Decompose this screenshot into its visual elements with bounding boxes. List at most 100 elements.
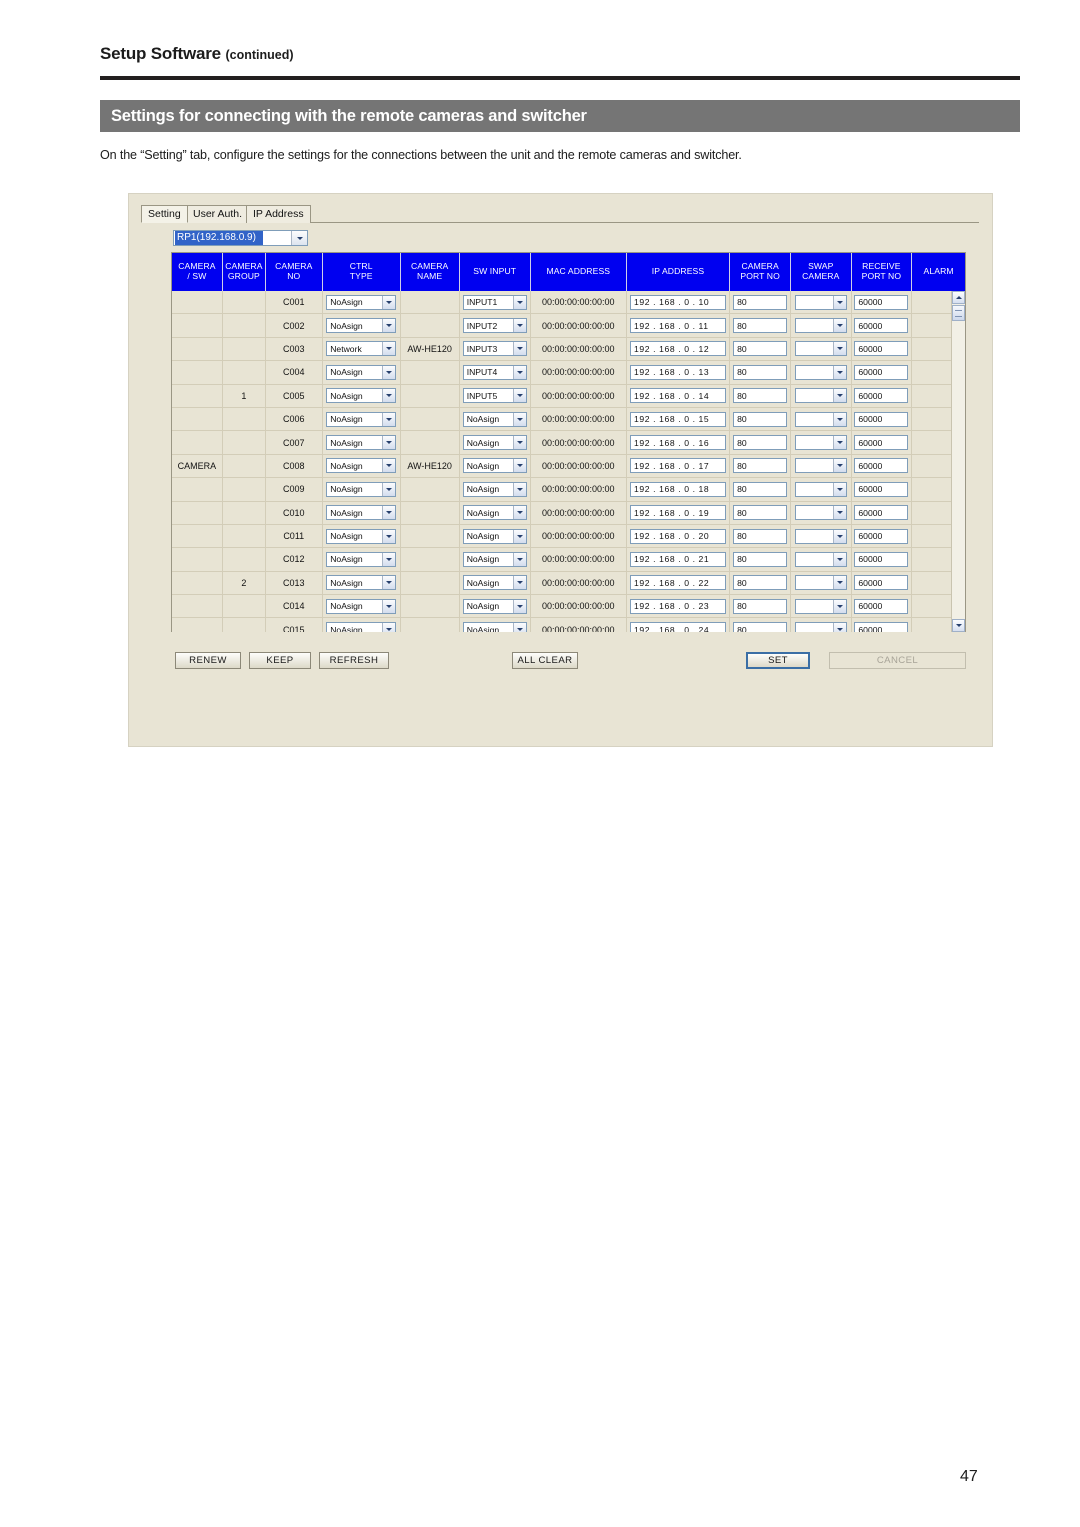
camera-port-field[interactable]: 80 xyxy=(733,411,788,427)
swap-camera-select[interactable] xyxy=(794,598,847,614)
keep-button[interactable]: KEEP xyxy=(249,652,311,669)
sw-input-select[interactable]: NoAsign xyxy=(462,435,527,451)
ctrl-type-select[interactable]: NoAsign xyxy=(326,411,397,427)
chevron-down-icon[interactable] xyxy=(512,342,526,356)
ip-address-field[interactable]: 192 . 168 . 0 . 24 xyxy=(630,622,726,632)
refresh-button[interactable]: REFRESH xyxy=(319,652,389,669)
all-clear-button[interactable]: ALL CLEAR xyxy=(512,652,578,669)
ctrl-type-select[interactable]: NoAsign xyxy=(326,318,397,334)
chevron-down-icon[interactable] xyxy=(382,342,396,356)
receive-port-field[interactable]: 60000 xyxy=(854,388,909,404)
sw-input-select[interactable]: NoAsign xyxy=(462,551,527,567)
chevron-down-icon[interactable] xyxy=(512,506,526,520)
ip-address-field[interactable]: 192 . 168 . 0 . 12 xyxy=(630,341,726,357)
receive-port-field[interactable]: 60000 xyxy=(854,364,909,380)
ip-address-field[interactable]: 192 . 168 . 0 . 13 xyxy=(630,364,726,380)
sw-input-select[interactable]: NoAsign xyxy=(462,458,527,474)
swap-camera-select[interactable] xyxy=(794,458,847,474)
chevron-down-icon[interactable] xyxy=(832,436,846,450)
tab-user-auth[interactable]: User Auth. xyxy=(186,205,250,223)
ctrl-type-select[interactable]: NoAsign xyxy=(326,622,397,632)
chevron-down-icon[interactable] xyxy=(512,482,526,496)
chevron-down-icon[interactable] xyxy=(832,599,846,613)
camera-port-field[interactable]: 80 xyxy=(733,481,788,497)
receive-port-field[interactable]: 60000 xyxy=(854,528,909,544)
receive-port-field[interactable]: 60000 xyxy=(854,341,909,357)
chevron-down-icon[interactable] xyxy=(512,319,526,333)
chevron-down-icon[interactable] xyxy=(512,623,526,632)
chevron-down-icon[interactable] xyxy=(382,389,396,403)
swap-camera-select[interactable] xyxy=(794,388,847,404)
swap-camera-select[interactable] xyxy=(794,528,847,544)
camera-port-field[interactable]: 80 xyxy=(733,388,788,404)
receive-port-field[interactable]: 60000 xyxy=(854,294,909,310)
receive-port-field[interactable]: 60000 xyxy=(854,458,909,474)
ip-address-field[interactable]: 192 . 168 . 0 . 16 xyxy=(630,435,726,451)
camera-port-field[interactable]: 80 xyxy=(733,458,788,474)
scrollbar-thumb[interactable] xyxy=(952,305,965,321)
chevron-down-icon[interactable] xyxy=(832,389,846,403)
chevron-down-icon[interactable] xyxy=(382,319,396,333)
ctrl-type-select[interactable]: Network xyxy=(326,341,397,357)
ip-address-field[interactable]: 192 . 168 . 0 . 23 xyxy=(630,598,726,614)
chevron-down-icon[interactable] xyxy=(512,389,526,403)
chevron-down-icon[interactable] xyxy=(832,529,846,543)
ip-address-field[interactable]: 192 . 168 . 0 . 19 xyxy=(630,505,726,521)
swap-camera-select[interactable] xyxy=(794,294,847,310)
chevron-down-icon[interactable] xyxy=(512,459,526,473)
ip-address-field[interactable]: 192 . 168 . 0 . 20 xyxy=(630,528,726,544)
chevron-down-icon[interactable] xyxy=(832,295,846,309)
sw-input-select[interactable]: NoAsign xyxy=(462,505,527,521)
ip-address-field[interactable]: 192 . 168 . 0 . 14 xyxy=(630,388,726,404)
chevron-down-icon[interactable] xyxy=(291,231,307,245)
renew-button[interactable]: RENEW xyxy=(175,652,241,669)
chevron-down-icon[interactable] xyxy=(382,576,396,590)
ctrl-type-select[interactable]: NoAsign xyxy=(326,575,397,591)
ctrl-type-select[interactable]: NoAsign xyxy=(326,388,397,404)
ctrl-type-select[interactable]: NoAsign xyxy=(326,458,397,474)
tab-ip-address[interactable]: IP Address xyxy=(246,205,311,223)
swap-camera-select[interactable] xyxy=(794,481,847,497)
receive-port-field[interactable]: 60000 xyxy=(854,318,909,334)
sw-input-select[interactable]: NoAsign xyxy=(462,598,527,614)
sw-input-select[interactable]: NoAsign xyxy=(462,481,527,497)
ip-address-field[interactable]: 192 . 168 . 0 . 18 xyxy=(630,481,726,497)
receive-port-field[interactable]: 60000 xyxy=(854,505,909,521)
chevron-down-icon[interactable] xyxy=(832,506,846,520)
swap-camera-select[interactable] xyxy=(794,505,847,521)
camera-port-field[interactable]: 80 xyxy=(733,575,788,591)
chevron-down-icon[interactable] xyxy=(382,552,396,566)
chevron-down-icon[interactable] xyxy=(832,412,846,426)
chevron-down-icon[interactable] xyxy=(512,436,526,450)
sw-input-select[interactable]: INPUT4 xyxy=(462,364,527,380)
swap-camera-select[interactable] xyxy=(794,411,847,427)
chevron-down-icon[interactable] xyxy=(382,529,396,543)
chevron-up-icon[interactable] xyxy=(952,291,965,304)
chevron-down-icon[interactable] xyxy=(832,365,846,379)
ctrl-type-select[interactable]: NoAsign xyxy=(326,364,397,380)
chevron-down-icon[interactable] xyxy=(832,552,846,566)
chevron-down-icon[interactable] xyxy=(952,619,965,632)
chevron-down-icon[interactable] xyxy=(382,599,396,613)
camera-port-field[interactable]: 80 xyxy=(733,435,788,451)
chevron-down-icon[interactable] xyxy=(832,319,846,333)
chevron-down-icon[interactable] xyxy=(512,529,526,543)
swap-camera-select[interactable] xyxy=(794,551,847,567)
ip-address-field[interactable]: 192 . 168 . 0 . 22 xyxy=(630,575,726,591)
sw-input-select[interactable]: INPUT1 xyxy=(462,294,527,310)
device-selector[interactable]: RP1(192.168.0.9) xyxy=(173,230,308,246)
tab-setting[interactable]: Setting xyxy=(141,205,188,223)
sw-input-select[interactable]: NoAsign xyxy=(462,411,527,427)
sw-input-select[interactable]: NoAsign xyxy=(462,622,527,632)
chevron-down-icon[interactable] xyxy=(382,459,396,473)
chevron-down-icon[interactable] xyxy=(512,576,526,590)
receive-port-field[interactable]: 60000 xyxy=(854,411,909,427)
ctrl-type-select[interactable]: NoAsign xyxy=(326,435,397,451)
chevron-down-icon[interactable] xyxy=(382,295,396,309)
ip-address-field[interactable]: 192 . 168 . 0 . 15 xyxy=(630,411,726,427)
chevron-down-icon[interactable] xyxy=(382,436,396,450)
receive-port-field[interactable]: 60000 xyxy=(854,598,909,614)
camera-port-field[interactable]: 80 xyxy=(733,551,788,567)
ctrl-type-select[interactable]: NoAsign xyxy=(326,551,397,567)
sw-input-select[interactable]: INPUT2 xyxy=(462,318,527,334)
